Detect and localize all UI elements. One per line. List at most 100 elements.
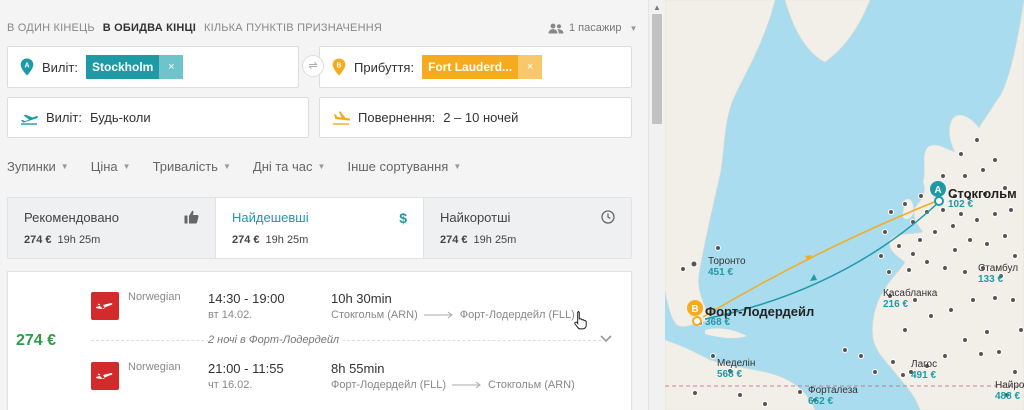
- inbound-route: Форт-Лодердейл (FLL) Стокгольм (ARN): [331, 379, 575, 391]
- departure-value: Будь-коли: [89, 110, 151, 125]
- sort-tab-name: Найдешевші: [232, 210, 309, 225]
- inbound-duration: 8h 55min: [331, 361, 385, 376]
- stay-note: 2 ночі в Форт-Лодердейл: [208, 334, 344, 346]
- passengers-label: 1 пасажир: [569, 22, 622, 34]
- city-price: 216 €: [883, 299, 909, 310]
- origin-dot: [934, 196, 944, 206]
- long-arrow-icon: [423, 311, 453, 319]
- destination-dot: [692, 316, 702, 326]
- land-greenland: [784, 0, 871, 63]
- remove-destination-icon[interactable]: ×: [518, 55, 543, 79]
- outbound-to: Форт-Лодердейл (FLL): [459, 309, 575, 321]
- city-nairobi[interactable]: Найро 488 €: [995, 380, 1024, 402]
- passengers-selector[interactable]: 1 пасажир ▼: [548, 22, 637, 34]
- city-price: 491 €: [911, 370, 937, 381]
- city-istanbul[interactable]: Стамбул 133 €: [978, 263, 1018, 285]
- scrollbar-thumb[interactable]: [652, 14, 662, 124]
- city-name: Торонто: [708, 256, 746, 267]
- departure-date-field[interactable]: Виліт: Будь-коли: [7, 97, 309, 138]
- filter-price[interactable]: Ціна ▼: [91, 159, 131, 174]
- origin-label: Виліт:: [42, 59, 78, 75]
- filter-days-time[interactable]: Дні та час ▼: [253, 159, 326, 174]
- scrollbar[interactable]: ▲: [648, 0, 665, 410]
- city-fort-lauderdale[interactable]: Форт-Лодердейл 368 €: [705, 305, 814, 328]
- filter-other-sort[interactable]: Інше сортування ▼: [347, 159, 461, 174]
- sort-tab-meta: 274 € 19h 25m: [232, 234, 407, 246]
- inbound-to: Стокгольм (ARN): [488, 379, 575, 391]
- filter-stops[interactable]: Зупинки ▼: [7, 159, 69, 174]
- tab-one-way[interactable]: В ОДИН КІНЕЦЬ: [7, 22, 95, 34]
- filter-other-sort-label: Інше сортування: [347, 159, 449, 174]
- city-toronto[interactable]: Торонто 451 €: [708, 256, 746, 278]
- filter-days-time-label: Дні та час: [252, 159, 313, 174]
- chevron-down-icon[interactable]: [600, 332, 612, 346]
- dollar-icon: $: [399, 210, 407, 226]
- swap-button[interactable]: ⇌: [302, 55, 324, 77]
- outbound-duration: 10h 30min: [331, 291, 392, 306]
- chevron-down-icon: ▼: [453, 162, 462, 171]
- chevron-down-icon: ▼: [122, 162, 131, 171]
- tab-multi-city[interactable]: КІЛЬКА ПУНКТІВ ПРИЗНАЧЕННЯ: [204, 22, 382, 34]
- svg-text:A: A: [24, 63, 29, 70]
- long-arrow-icon: [452, 381, 481, 389]
- return-label: Повернення:: [358, 110, 436, 125]
- return-value: 2 – 10 ночей: [443, 110, 519, 125]
- filter-stops-label: Зупинки: [7, 159, 56, 174]
- city-stockholm[interactable]: Стокгольм 102 €: [948, 187, 1017, 210]
- chevron-down-icon: ▼: [317, 162, 326, 171]
- marker-a-label: A: [934, 185, 941, 196]
- city-fortaleza[interactable]: Форталеза 662 €: [808, 385, 858, 407]
- chevron-down-icon: ▼: [60, 162, 69, 171]
- clock-icon: [601, 210, 615, 224]
- sort-tab-meta: 274 € 19h 25m: [440, 234, 615, 246]
- thumbs-up-icon: [184, 210, 199, 224]
- destination-field[interactable]: B Прибуття: Fort Lauderd... ×: [319, 46, 632, 88]
- return-field[interactable]: Повернення: 2 – 10 ночей: [319, 97, 632, 138]
- plane-icon: [96, 303, 113, 309]
- origin-field[interactable]: A Виліт: Stockholm ×: [7, 46, 299, 88]
- sort-tab-recommended[interactable]: Рекомендовано 274 € 19h 25m: [8, 198, 216, 258]
- scroll-up-arrow-icon[interactable]: ▲: [653, 3, 661, 12]
- filter-duration[interactable]: Тривалість ▼: [153, 159, 231, 174]
- origin-pin-icon: A: [20, 58, 34, 76]
- result-price: 274 €: [16, 332, 57, 349]
- sort-tab-meta: 274 € 19h 25m: [24, 234, 199, 246]
- chevron-down-icon: ▼: [222, 162, 231, 171]
- trip-type-tabs: В ОДИН КІНЕЦЬ В ОБИДВА КІНЦІ КІЛЬКА ПУНК…: [7, 22, 382, 34]
- departure-label: Виліт:: [46, 110, 82, 125]
- marker-b-label: B: [691, 304, 698, 315]
- inbound-airline: Norwegian: [128, 361, 181, 373]
- inbound-from: Форт-Лодердейл (FLL): [331, 379, 446, 391]
- city-medellin[interactable]: Меделін 568 €: [717, 358, 755, 380]
- city-name: Форталеза: [808, 385, 858, 396]
- outbound-date: вт 14.02.: [208, 309, 253, 321]
- divider: [91, 340, 601, 341]
- tab-round-trip[interactable]: В ОБИДВА КІНЦІ: [103, 22, 196, 34]
- sort-tab-name: Найкоротші: [440, 210, 511, 225]
- city-price: 488 €: [995, 391, 1021, 402]
- sort-tab-name: Рекомендовано: [24, 210, 119, 225]
- city-price: 451 €: [708, 267, 734, 278]
- city-price: 568 €: [717, 369, 743, 380]
- origin-chip-text: Stockholm: [91, 60, 154, 74]
- sort-tab-duration: 19h 25m: [473, 234, 517, 246]
- inbound-arrow-icon: [810, 274, 817, 281]
- city-name: Меделін: [717, 358, 756, 369]
- destination-label: Прибуття:: [354, 59, 415, 75]
- sort-tab-shortest[interactable]: Найкоротші 274 € 19h 25m: [424, 198, 631, 258]
- outbound-route: Стокгольм (ARN) Форт-Лодердейл (FLL): [331, 309, 575, 321]
- city-casablanca[interactable]: Касабланка 216 €: [883, 288, 937, 310]
- sort-tabs: Рекомендовано 274 € 19h 25m Найдешевші 27…: [7, 197, 632, 259]
- departure-plane-icon: [21, 114, 38, 125]
- map[interactable]: A B Стокгольм 102 € Торонто 451 € Стамбул 1…: [665, 0, 1024, 410]
- sort-tab-duration: 19h 25m: [57, 234, 101, 246]
- city-lagos[interactable]: Лагос 491 €: [911, 359, 937, 381]
- sort-tab-cheapest[interactable]: Найдешевші 274 € 19h 25m $: [216, 198, 424, 258]
- remove-origin-icon[interactable]: ×: [159, 55, 184, 79]
- plane-icon: [96, 373, 113, 379]
- flight-result-card[interactable]: 274 € Norwegian 14:30 - 19:00 вт 14.02. …: [7, 271, 632, 410]
- filter-duration-label: Тривалість: [152, 159, 218, 174]
- search-panel: В ОДИН КІНЕЦЬ В ОБИДВА КІНЦІ КІЛЬКА ПУНК…: [0, 0, 648, 410]
- hand-cursor-icon: [574, 311, 587, 330]
- outbound-airline: Norwegian: [128, 291, 181, 303]
